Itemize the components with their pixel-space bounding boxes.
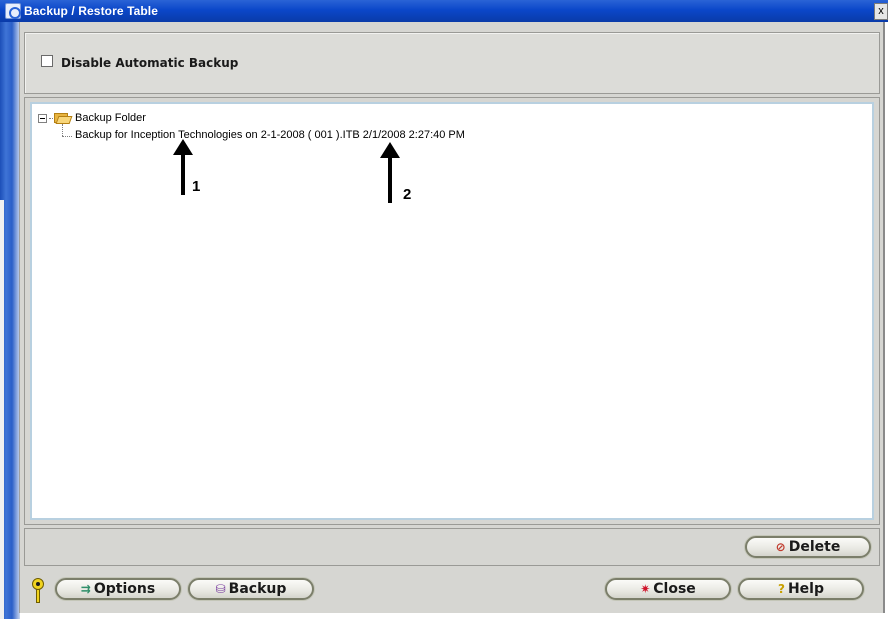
tree-connector [62, 124, 63, 136]
background-window-edge [0, 200, 4, 619]
tree-node-label: Backup Folder [75, 112, 146, 124]
tree-connector [49, 117, 53, 119]
backup-button-label: Backup [228, 581, 287, 597]
delete-button[interactable]: ⊘ Delete [745, 536, 871, 558]
app-icon [5, 3, 21, 19]
burst-icon: ✷ [640, 582, 651, 596]
delete-button-label: Delete [788, 539, 841, 555]
annotation-label-2: 2 [403, 186, 412, 203]
backup-button[interactable]: ⛁ Backup [188, 578, 314, 600]
tree-node-backup-file[interactable]: Backup for Inception Technologies on 2-1… [75, 129, 465, 141]
window-title: Backup / Restore Table [24, 4, 159, 18]
close-button-label: Close [653, 581, 696, 597]
title-bar[interactable]: Backup / Restore Table x [0, 0, 888, 22]
backup-disk-icon: ⛁ [215, 582, 226, 596]
key-icon [31, 578, 45, 604]
help-button[interactable]: ? Help [738, 578, 864, 600]
help-button-label: Help [787, 581, 824, 597]
open-folder-icon [54, 112, 73, 124]
backup-tree-view[interactable]: Backup Folder Backup for Inception Techn… [30, 102, 874, 520]
delete-bar: ⊘ Delete [24, 528, 880, 566]
tree-node-backup-folder[interactable]: Backup Folder [38, 112, 146, 124]
options-panel: Disable Automatic Backup [24, 32, 880, 94]
annotation-label-1: 1 [192, 178, 201, 195]
options-button-label: Options [93, 581, 156, 597]
no-entry-icon: ⊘ [775, 540, 786, 554]
window-close-button[interactable]: x [874, 3, 888, 20]
question-icon: ? [777, 582, 785, 596]
backup-restore-dialog: Disable Automatic Backup Backup Folder B… [19, 22, 885, 613]
options-button[interactable]: ⇉ Options [55, 578, 181, 600]
disable-automatic-backup-label[interactable]: Disable Automatic Backup [61, 56, 238, 70]
collapse-icon[interactable] [38, 113, 47, 123]
disable-automatic-backup-checkbox[interactable] [41, 55, 53, 67]
options-icon: ⇉ [80, 582, 91, 596]
tree-connector [62, 136, 72, 137]
close-button[interactable]: ✷ Close [605, 578, 731, 600]
tree-panel: Backup Folder Backup for Inception Techn… [24, 97, 880, 525]
